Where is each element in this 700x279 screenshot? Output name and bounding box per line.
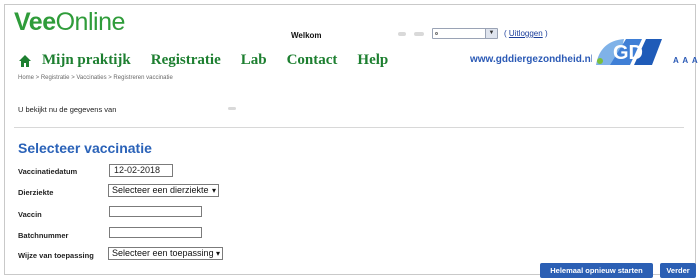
gd-logo: GD [592, 37, 664, 67]
disease-label: Dierziekte [18, 188, 54, 197]
method-select[interactable]: Selecteer een toepassing ▾ [108, 247, 223, 260]
site-url-link[interactable]: www.gddiergezondheid.nl [470, 54, 594, 65]
redacted-subject [228, 107, 236, 110]
main-nav: Mijn praktijk Registratie Lab Contact He… [18, 52, 408, 69]
welcome-label: Welkom [291, 31, 322, 40]
next-button[interactable]: Verder [660, 263, 696, 278]
nav-item-registratie[interactable]: Registratie [151, 52, 221, 69]
redacted-name [414, 32, 424, 36]
batch-label: Batchnummer [18, 231, 69, 240]
divider [14, 127, 684, 128]
nav-item-help[interactable]: Help [357, 52, 388, 69]
veeonline-logo[interactable]: VeeOnline [14, 8, 125, 36]
page-title: Selecteer vaccinatie [18, 140, 152, 156]
nav-item-mijn-praktijk[interactable]: Mijn praktijk [42, 52, 131, 69]
nav-item-lab[interactable]: Lab [241, 52, 267, 69]
radio-icon [435, 32, 438, 35]
info-text: U bekijkt nu de gegevens van [18, 105, 117, 114]
nav-item-contact[interactable]: Contact [287, 52, 338, 69]
account-select[interactable]: ▼ [432, 28, 498, 39]
home-icon[interactable] [18, 54, 32, 68]
redacted-name [398, 32, 406, 36]
logout: ( Uitloggen ) [504, 29, 548, 38]
method-select-value: Selecteer een toepassing [112, 248, 214, 258]
gd-logo-text: GD [613, 42, 643, 64]
disease-select[interactable]: Selecteer een dierziekte ▾ [108, 184, 219, 197]
logout-link[interactable]: Uitloggen [509, 29, 543, 38]
font-size-controls[interactable]: A A A [673, 56, 699, 65]
chevron-down-icon: ▾ [211, 186, 216, 195]
chevron-down-icon: ▾ [215, 249, 220, 258]
logo-online: Online [55, 8, 126, 36]
restart-button[interactable]: Helemaal opnieuw starten [540, 263, 653, 278]
logo-vee: Vee [14, 8, 56, 36]
method-label: Wijze van toepassing [18, 251, 94, 260]
disease-select-value: Selecteer een dierziekte [112, 185, 209, 195]
breadcrumb: Home > Registratie > Vaccinaties > Regis… [18, 75, 173, 81]
chevron-down-icon: ▼ [485, 29, 497, 38]
batch-input[interactable] [109, 227, 202, 238]
vaccine-label: Vaccin [18, 210, 42, 219]
vaccination-date-field[interactable]: 12-02-2018 [109, 164, 173, 177]
vaccination-date-label: Vaccinatiedatum [18, 167, 78, 176]
vaccine-input[interactable] [109, 206, 202, 217]
